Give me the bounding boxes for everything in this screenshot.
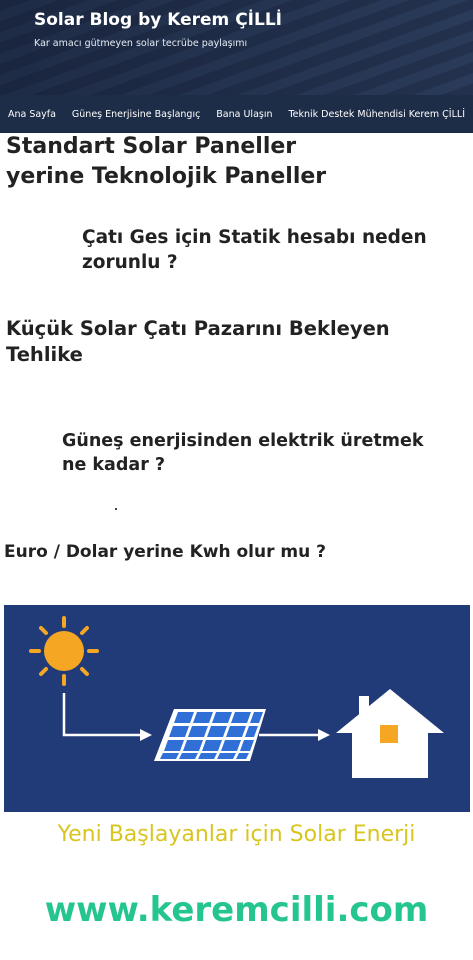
article-title-line: ne kadar ? [62,454,166,475]
site-header: Solar Blog by Kerem ÇİLLİ Kar amacı gütm… [0,0,473,95]
article-title-line: Küçük Solar Çatı Pazarını Bekleyen [6,317,390,340]
solar-panel-icon [154,709,266,761]
article-title-line: Euro / Dolar yerine Kwh olur mu ? [4,542,326,562]
article-title-line: Güneş enerjisinden elektrik üretmek [62,431,424,451]
nav-item-contact[interactable]: Bana Ulaşın [216,109,272,120]
nav-item-getting-started[interactable]: Güneş Enerjisine Başlangıç [72,109,200,120]
article-link-static-calculation[interactable]: Çatı Ges için Statik hesabı neden zorunl… [82,226,427,276]
article-title-line: yerine Teknolojik Paneller [6,163,327,189]
main-nav: Ana Sayfa Güneş Enerjisine Başlangıç Ban… [0,95,473,133]
stray-dot [115,508,117,510]
banner-caption: Yeni Başlayanlar için Solar Enerji [57,822,416,847]
nav-item-support[interactable]: Teknik Destek Mühendisi Kerem ÇİLLİ [288,109,465,120]
article-title-line: Tehlike [6,343,83,367]
sun-icon [29,616,99,686]
article-link-solar-cost[interactable]: Güneş enerjisinden elektrik üretmek ne k… [62,430,423,477]
article-link-standard-panels[interactable]: Standart Solar Paneller yerine Teknoloji… [6,132,326,191]
solar-illustration [29,616,444,778]
site-tagline: Kar amacı gütmeyen solar tecrübe paylaşı… [34,38,248,49]
site-title[interactable]: Solar Blog by Kerem ÇİLLİ [34,10,282,30]
article-title-line: Standart Solar Paneller [6,134,297,159]
article-link-kwh-currency[interactable]: Euro / Dolar yerine Kwh olur mu ? [4,541,326,564]
house-icon [336,689,444,778]
article-title-line: zorunlu ? [82,251,178,273]
article-title-line: Çatı Ges için Statik hesabı neden [82,227,427,248]
solar-banner-image[interactable] [4,605,470,812]
nav-item-home[interactable]: Ana Sayfa [8,109,56,120]
article-link-small-roof-market[interactable]: Küçük Solar Çatı Pazarını Bekleyen Tehli… [6,316,390,369]
site-url-link[interactable]: www.keremcilli.com [0,890,473,930]
